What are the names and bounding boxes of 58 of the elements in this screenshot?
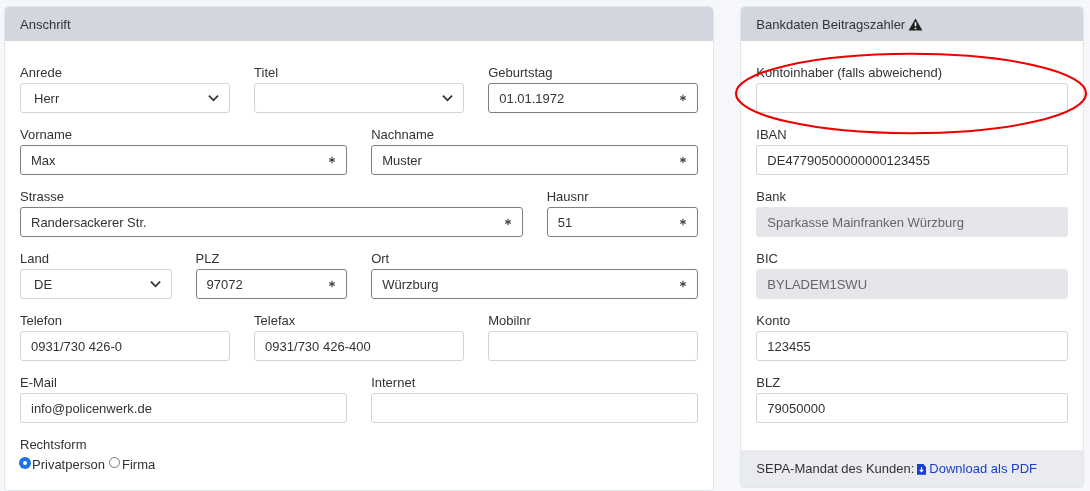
field-label: Strasse <box>20 188 66 205</box>
download-link[interactable]: Download als PDF <box>917 461 1037 476</box>
radio-option[interactable]: Privatperson <box>20 457 105 472</box>
chevron-icon <box>442 94 454 102</box>
required-icon <box>679 218 688 226</box>
file-download-icon <box>917 462 927 475</box>
field-label: E-Mail <box>20 374 58 391</box>
required-icon <box>503 218 512 226</box>
field-label: Hausnr <box>546 188 590 205</box>
input-field[interactable]: info@policenwerk.de <box>20 393 348 423</box>
field-label: Ort <box>371 250 391 267</box>
input-field[interactable]: Würzburg <box>371 269 699 299</box>
input-field[interactable]: 123455 <box>756 331 1068 361</box>
required-icon <box>679 156 688 164</box>
input-field[interactable]: Max <box>20 145 348 175</box>
input-field[interactable]: DE47790500000000123455 <box>756 145 1068 175</box>
field-label: Konto <box>756 312 792 329</box>
field-label: Geburtstag <box>488 64 554 81</box>
card-title: Bankdaten Beitragszahler <box>756 16 906 32</box>
chevron-icon <box>208 94 220 102</box>
input-field[interactable]: 0931/730 426-0 <box>20 331 231 361</box>
input-field[interactable] <box>488 331 699 361</box>
select-field[interactable] <box>254 83 465 113</box>
field-label: Bank <box>756 188 787 205</box>
chevron-icon <box>149 280 161 288</box>
input-field[interactable]: 01.01.1972 <box>488 83 699 113</box>
field-label: Land <box>20 250 50 267</box>
required-icon <box>328 156 337 164</box>
field-label: Internet <box>371 374 417 391</box>
field-label: Vorname <box>20 126 74 143</box>
field-label: Nachname <box>371 126 436 143</box>
input-field[interactable]: 0931/730 426-400 <box>254 331 465 361</box>
input-field[interactable] <box>371 393 699 423</box>
footer-text: SEPA-Mandat des Kunden: <box>756 461 915 476</box>
input-field[interactable] <box>756 83 1068 113</box>
field-label: IBAN <box>756 126 788 143</box>
required-icon <box>679 280 688 288</box>
field-label: BLZ <box>756 374 782 391</box>
radio-option[interactable]: Firma <box>109 457 156 472</box>
input-field[interactable]: 79050000 <box>756 393 1068 423</box>
card-title: Anschrift <box>20 16 71 32</box>
field-label: Mobilnr <box>488 312 532 329</box>
field-label: Titel <box>254 64 280 81</box>
input-field[interactable]: 97072 <box>195 269 348 299</box>
field-label: Kontoinhaber (falls abweichend) <box>756 64 944 81</box>
input-field[interactable]: 51 <box>546 207 699 237</box>
input-field[interactable]: Randersackerer Str. <box>20 207 523 237</box>
field-label: Rechtsform <box>20 436 88 453</box>
required-icon <box>679 94 688 102</box>
select-field[interactable]: Herr <box>20 83 231 113</box>
field-label: Telefax <box>254 312 297 329</box>
select-field[interactable]: DE <box>20 269 172 299</box>
required-icon <box>328 280 337 288</box>
field-label: BIC <box>756 250 779 267</box>
field-label: Telefon <box>20 312 63 329</box>
field-label: PLZ <box>195 250 221 267</box>
input-field[interactable]: Muster <box>371 145 699 175</box>
field-label: Anrede <box>20 64 63 81</box>
